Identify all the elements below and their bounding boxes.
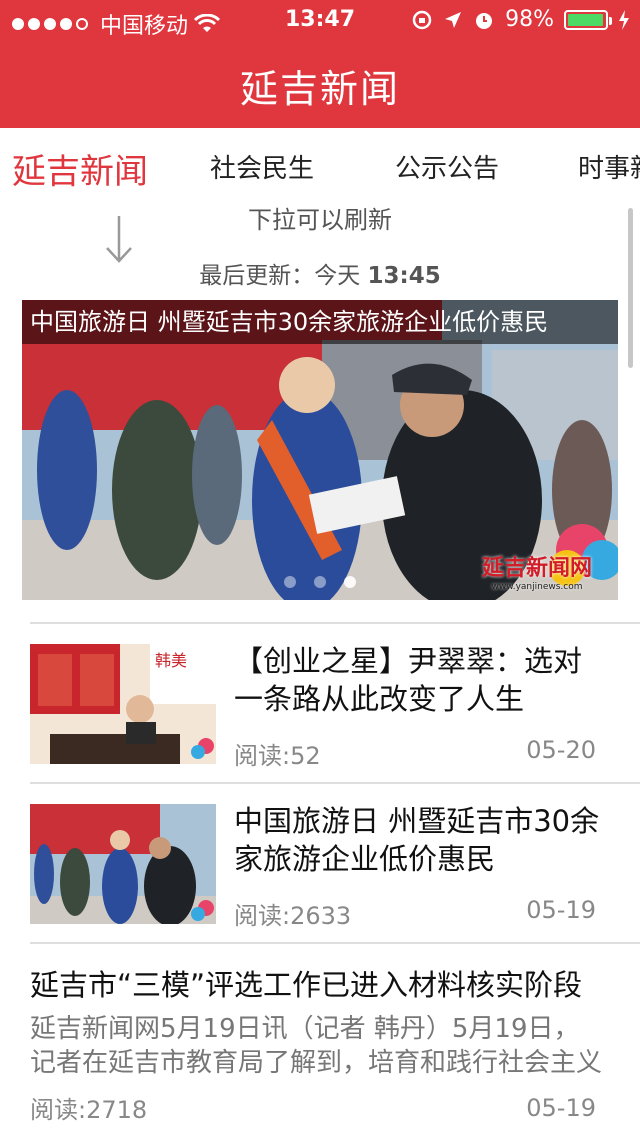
pager-dot[interactable] (344, 576, 356, 588)
battery-icon (564, 9, 612, 30)
list-item[interactable]: 中国旅游日 州暨延吉市30余家旅游企业低价惠民 阅读:2633 05-19 (30, 782, 640, 944)
status-right: 98% (411, 7, 630, 32)
page-title: 延吉新闻 (239, 67, 400, 111)
last-updated-time: 13:45 (367, 263, 441, 289)
refresh-hint: 下拉可以刷新 (248, 206, 392, 234)
news-date: 05-20 (526, 736, 596, 764)
news-thumbnail: 韩美 (30, 644, 216, 764)
read-count: 阅读:2718 (30, 1096, 148, 1124)
banner-caption: 中国旅游日 州暨延吉市30余家旅游企业低价惠民 (22, 300, 618, 344)
list-item[interactable]: 韩美 【创业之星】尹翠翠：选对一条路从此改变了人生 阅读:52 05-20 (30, 622, 640, 784)
top-bar: 中国移动 13:47 98% 延吉新闻 (0, 0, 640, 128)
banner-pager[interactable] (22, 576, 618, 588)
tab-yanji-news[interactable]: 延吉新闻 (12, 144, 148, 193)
news-thumbnail (30, 804, 216, 924)
news-title: 延吉市“三模”评选工作已进入材料核实阶段 (30, 968, 583, 1002)
location-icon (445, 11, 462, 28)
news-summary: 延吉新闻网5月19日讯（记者 韩丹）5月19日，记者在延吉市教育局了解到，培育和… (30, 1014, 602, 1078)
scrollbar[interactable] (628, 208, 633, 368)
pager-dot[interactable] (284, 576, 296, 588)
tab-current-affairs[interactable]: 时事新 (578, 148, 640, 185)
news-title: 【创业之星】尹翠翠：选对一条路从此改变了人生 (234, 644, 583, 716)
headline-banner[interactable]: 中国旅游日 州暨延吉市30余家旅游企业低价惠民 延吉新闻网 www.yanjin… (22, 300, 618, 600)
alarm-icon (476, 12, 493, 29)
category-tabs: 延吉新闻 社会民生 公示公告 时事新 (0, 128, 640, 204)
pull-to-refresh: 下拉可以刷新 最后更新：今天 13:45 (0, 198, 640, 290)
tab-announcements[interactable]: 公示公告 (395, 148, 499, 185)
status-bar: 中国移动 13:47 98% (0, 0, 640, 40)
last-updated-label: 最后更新：今天 (199, 263, 361, 289)
read-count: 阅读:52 (234, 742, 321, 770)
list-item[interactable]: 延吉市“三模”评选工作已进入材料核实阶段 延吉新闻网5月19日讯（记者 韩丹）5… (30, 942, 640, 1136)
rotation-lock-icon (412, 10, 432, 29)
news-date: 05-19 (526, 896, 596, 924)
tab-society[interactable]: 社会民生 (210, 148, 314, 185)
news-date: 05-19 (526, 1094, 596, 1122)
battery-percent: 98% (505, 7, 554, 32)
last-updated: 最后更新：今天 13:45 (0, 256, 640, 290)
charging-icon (619, 9, 629, 30)
read-count: 阅读:2633 (234, 902, 352, 930)
svg-text:韩美: 韩美 (155, 651, 187, 670)
news-title: 中国旅游日 州暨延吉市30余家旅游企业低价惠民 (234, 804, 600, 876)
pager-dot[interactable] (314, 576, 326, 588)
